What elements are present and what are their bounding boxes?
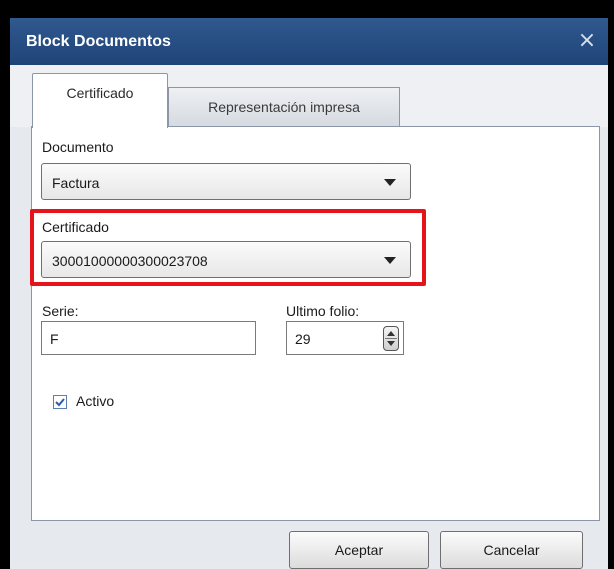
dropdown-arrow-icon [384,179,396,186]
close-icon[interactable]: × [574,28,600,54]
activo-checkbox[interactable] [53,395,67,409]
folio-value: 29 [295,331,311,347]
tab-representacion-impresa[interactable]: Representación impresa [168,87,400,126]
documento-select[interactable]: Factura [41,163,411,200]
documento-selected-value: Factura [52,175,100,191]
serie-value: F [50,331,59,347]
spin-down-icon[interactable] [387,341,395,346]
window-title: Block Documentos [26,33,171,50]
spin-up-icon[interactable] [387,331,395,336]
certificado-label: Certificado [42,219,109,235]
accept-button[interactable]: Aceptar [289,531,429,569]
spin-buttons-icon[interactable] [383,326,399,351]
certificado-select[interactable]: 30001000000300023708 [41,241,411,278]
serie-input[interactable]: F [41,321,256,355]
tab-certificado[interactable]: Certificado [32,73,168,128]
folio-label: Ultimo folio: [286,303,360,319]
window-edge [0,0,10,569]
serie-label: Serie: [42,303,79,319]
title-bar[interactable]: Block Documentos × [10,18,608,65]
folio-stepper[interactable]: 29 [286,321,404,355]
checkmark-icon [55,398,65,407]
dialog-window: Block Documentos × Certificado Represent… [10,18,608,569]
activo-label: Activo [76,393,115,409]
dropdown-arrow-icon [384,257,396,264]
cancel-button[interactable]: Cancelar [440,531,583,569]
certificado-selected-value: 30001000000300023708 [52,253,208,269]
documento-label: Documento [42,139,114,155]
tab-strip: Certificado Representación impresa [10,65,608,128]
